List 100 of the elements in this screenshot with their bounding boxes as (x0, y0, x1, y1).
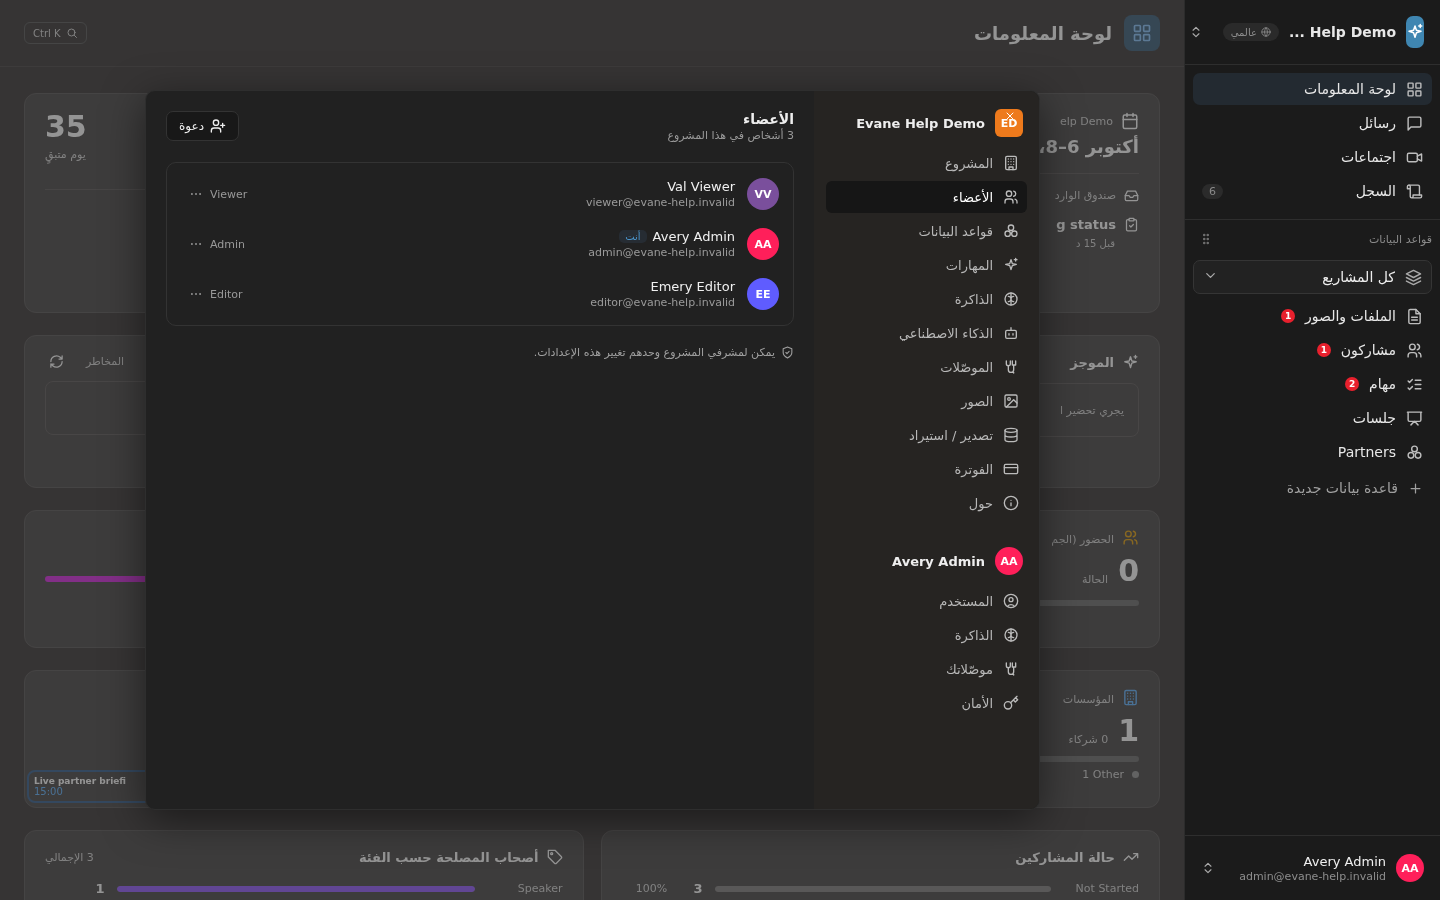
section-title: الأعضاء (742, 111, 794, 127)
settings-nav-item[interactable]: الذاكرة (826, 283, 1027, 315)
settings-nav-item[interactable]: المهارات (826, 249, 1027, 281)
settings-nav-item[interactable]: الفوترة (826, 453, 1027, 485)
people-icon (1406, 341, 1423, 359)
notification-badge: 2 (1345, 377, 1360, 391)
search-icon (65, 27, 78, 39)
scope-badge: عالمي (1222, 23, 1279, 41)
member-name: Avery Admin (652, 229, 735, 244)
settings-nav-item[interactable]: الذكاء الاصطناعي (826, 317, 1027, 349)
plug-icon (1003, 661, 1019, 677)
member-email: admin@evane-help.invalid (588, 246, 735, 259)
member-email: viewer@evane-help.invalid (586, 196, 735, 209)
circles-icon (1003, 223, 1019, 239)
new-database-button[interactable]: قاعدة بيانات جديدة (1185, 472, 1440, 504)
grid-icon (1132, 23, 1152, 43)
member-avatar: EE (747, 278, 779, 310)
clipboard-check-icon (1124, 217, 1139, 232)
card-title: الموجز (1070, 355, 1114, 370)
user-circle-icon (1003, 593, 1019, 609)
event-dates: أكتوبر 6–8، (1038, 136, 1139, 157)
settings-nav-item[interactable]: قواعد البيانات (826, 215, 1027, 247)
presentation-board-icon (1406, 409, 1423, 427)
legend-dot (1132, 771, 1139, 778)
building-icon (1003, 155, 1019, 171)
refresh-icon (49, 354, 64, 369)
grid-icon (1406, 80, 1423, 98)
brain-icon (1003, 627, 1019, 643)
circles-icon (1406, 443, 1423, 461)
settings-nav-item[interactable]: موصّلاتك (826, 653, 1027, 685)
sparkle-icon (1003, 257, 1019, 273)
card-title: المؤسسات (1062, 693, 1114, 706)
notification-badge: 1 (1281, 309, 1296, 323)
people-icon (1003, 189, 1019, 205)
scroll-icon (1406, 182, 1423, 200)
tag-icon (546, 849, 563, 865)
role-menu[interactable]: Viewer (181, 187, 256, 201)
app-logo[interactable] (1406, 16, 1424, 48)
image-icon (1003, 393, 1019, 409)
database-item[interactable]: جلسات (1193, 402, 1432, 434)
role-menu[interactable]: Admin (181, 237, 254, 251)
member-name: Val Viewer (667, 179, 735, 194)
nav-item[interactable]: اجتماعات (1193, 141, 1432, 173)
project-name: elp Demo (1060, 114, 1113, 128)
user-name: Avery Admin (1303, 853, 1386, 869)
role-menu[interactable]: Editor (181, 287, 251, 301)
key-icon (1003, 695, 1019, 711)
credit-card-icon (1003, 461, 1019, 477)
card-title: أصحاب المصلحة حسب الفئة (358, 849, 539, 865)
invite-button[interactable]: دعوة (166, 111, 239, 141)
category-label: Speaker (516, 882, 563, 895)
member-name: Emery Editor (650, 279, 735, 294)
sparkle-icon (1406, 23, 1424, 41)
total-label: 3 الإجمالي (45, 850, 94, 864)
workspace-name: ... Help Demo (1288, 24, 1396, 40)
card-title: المخاطر (86, 355, 125, 368)
attendance-count: 0 (1118, 556, 1139, 586)
settings-nav-item[interactable]: المشروع (826, 147, 1027, 179)
user-email: admin@evane-help.invalid (1239, 869, 1386, 883)
sparkle-icon (1122, 354, 1139, 371)
attendance-label: الحالة (1082, 573, 1109, 586)
settings-nav-item[interactable]: الصور (826, 385, 1027, 417)
chat-bubble-icon (1406, 114, 1423, 132)
settings-nav-item[interactable]: الموصّلات (826, 351, 1027, 383)
user-avatar: AA (995, 547, 1023, 575)
settings-nav-item[interactable]: الذاكرة (826, 619, 1027, 651)
project-filter[interactable]: كل المشاريع (1193, 260, 1432, 294)
nav-item[interactable]: لوحة المعلومات (1193, 73, 1432, 105)
you-badge: أنت (619, 230, 647, 243)
settings-nav-item[interactable]: المستخدم (826, 585, 1027, 617)
workspace-name: Evane Help Demo (856, 115, 985, 131)
database-item[interactable]: Partners (1193, 436, 1432, 468)
nav-item[interactable]: رسائل (1193, 107, 1432, 139)
days-count: 35 (45, 112, 87, 142)
status-label: Not Started (1074, 882, 1139, 895)
brief-text: يجري تحضير ا (1060, 403, 1124, 417)
workspace-avatar: ED (995, 109, 1023, 137)
settings-nav-item[interactable]: حول (826, 487, 1027, 519)
category-count: 1 (95, 881, 105, 896)
legend-label: 1 Other (1082, 768, 1124, 781)
settings-nav-item[interactable]: تصدير / استيراد (826, 419, 1027, 451)
member-avatar: AA (747, 228, 779, 260)
plug-icon (1003, 359, 1019, 375)
brain-icon (1003, 291, 1019, 307)
settings-nav-item[interactable]: الأمان (826, 687, 1027, 719)
permission-note: يمكن لمشرفي المشروع وحدهم تغيير هذه الإعدادات. (533, 346, 775, 359)
database-icon (1003, 427, 1019, 443)
shield-icon (781, 346, 794, 359)
people-icon (1122, 529, 1139, 546)
notification-badge: 1 (1316, 343, 1331, 357)
status-count: 3 (693, 881, 703, 896)
inbox-icon (1124, 188, 1139, 203)
user-name: Avery Admin (892, 553, 985, 569)
settings-nav-item[interactable]: الأعضاء (826, 181, 1027, 213)
card-title: حالة المشاركين (1015, 849, 1115, 865)
document-icon (1406, 307, 1423, 325)
inbox-label: صندوق الوارد (1054, 189, 1116, 202)
card-title: الحضور (الجم (1051, 533, 1114, 546)
globe-icon (1260, 27, 1271, 37)
layers-icon (1405, 268, 1422, 286)
